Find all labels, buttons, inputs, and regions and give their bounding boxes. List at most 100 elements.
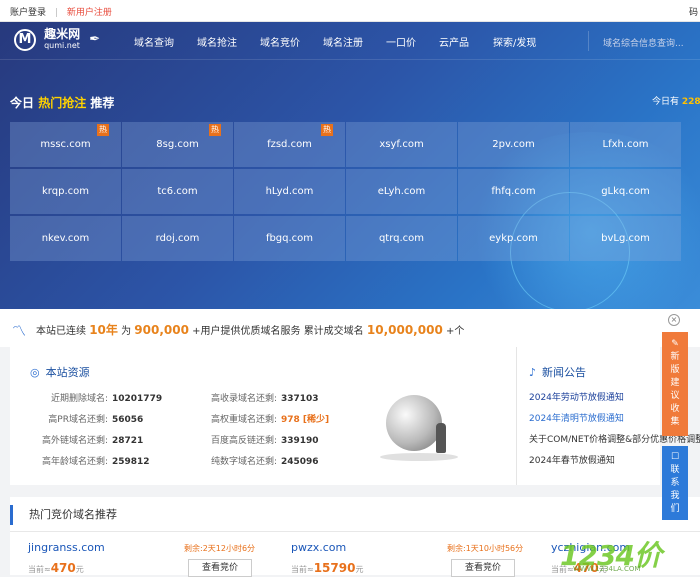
hot-domain-name: tc6.com — [157, 186, 198, 197]
hot-badge: 热 — [321, 124, 333, 136]
remaining-time: 剩余:1天10小时56分 — [447, 544, 524, 553]
stats-line: 本站已连续 10年 为 900,000 +用户提供优质域名服务 累计成交域名 1… — [36, 323, 465, 337]
hot-domain-name: Lfxh.com — [602, 139, 649, 150]
resource-label: 近期删除域名: — [50, 394, 108, 404]
hot-badge: 热 — [97, 124, 109, 136]
hot-domain-name: bvLg.com — [601, 233, 650, 244]
resource-label: 高外链域名还剩: — [41, 436, 108, 446]
hot-domain-cell[interactable]: nkev.com — [10, 216, 121, 261]
site-logo[interactable]: M 趣米网 qumi.net ✒ — [14, 28, 100, 51]
hot-domain-name: fzsd.com — [267, 139, 312, 150]
hot-domain-name: eykp.com — [489, 233, 538, 244]
login-link[interactable]: 账户登录 — [10, 8, 46, 18]
hot-domain-cell[interactable]: rdoj.com — [122, 216, 233, 261]
watermark-url: WWW.1234LA.COM — [573, 565, 641, 573]
hero-banner: M 趣米网 qumi.net ✒ 域名查询 域名抢注 域名竞价 域名注册 一口价… — [0, 22, 700, 309]
resource-value: 259812 — [112, 457, 150, 467]
hot-domain-cell[interactable]: fbgq.com — [234, 216, 345, 261]
resource-label: 高权重域名还剩: — [210, 415, 277, 425]
resources-panel: ◎ 本站资源 近期删除域名: 10201779 高收录域名还剩: 337103 高PR域名… — [10, 347, 700, 485]
current-price: 当前≈470元 — [28, 561, 84, 575]
resource-label: 高收录域名还剩: — [210, 394, 277, 404]
hot-domain-name: eLyh.com — [377, 186, 426, 197]
resource-stat: 高权重域名还剩: 978 [稀少] — [205, 412, 329, 425]
auction-title: 热门竞价域名推荐 — [10, 505, 117, 525]
contact-tab-char: 我 — [670, 491, 680, 501]
globe-icon: ◎ — [30, 366, 40, 379]
trend-icon: 〽 — [12, 324, 26, 340]
feedback-tab[interactable]: ✎ 新版建议收集 — [662, 332, 688, 436]
resource-value: 245096 — [281, 457, 319, 467]
nav-item-domain-snap[interactable]: 域名抢注 — [197, 34, 237, 49]
hot-domain-cell[interactable]: Lfxh.com — [570, 122, 681, 167]
resource-value: 337103 — [281, 394, 319, 404]
hot-domain-name: fbgq.com — [265, 233, 314, 244]
close-icon[interactable]: × — [668, 314, 680, 326]
view-auction-button[interactable]: 查看竞价 — [451, 559, 515, 577]
feedback-tab-char: 新 — [670, 352, 680, 362]
news-item[interactable]: 2024年春节放假通知 — [529, 453, 615, 466]
hot-domain-cell[interactable]: 8sg.com 热 — [122, 122, 233, 167]
hot-domain-cell[interactable]: eykp.com — [458, 216, 569, 261]
auction-domain-link[interactable]: pwzx.com — [291, 541, 346, 554]
auction-card: jingranss.com 剩余:2天12小时6分 当前≈470元 查看竞价 — [28, 539, 268, 577]
resource-label: 纯数字域名还剩: — [210, 457, 277, 467]
hot-domain-cell[interactable]: eLyh.com — [346, 169, 457, 214]
news-item[interactable]: 2024年清明节放假通知 — [529, 411, 624, 424]
domain-sphere-illustration — [370, 389, 465, 469]
main-nav: M 趣米网 qumi.net ✒ 域名查询 域名抢注 域名竞价 域名注册 一口价… — [0, 22, 700, 60]
logo-domain: qumi.net — [44, 41, 80, 50]
resource-value: 28721 — [112, 436, 144, 446]
resource-value: 339190 — [281, 436, 319, 446]
hot-domain-cell[interactable]: mssc.com 热 — [10, 122, 121, 167]
hot-domain-cell[interactable]: fzsd.com 热 — [234, 122, 345, 167]
edit-icon: ✎ — [671, 339, 679, 349]
auction-domain-link[interactable]: jingranss.com — [28, 541, 105, 554]
hot-domain-cell[interactable]: 2pv.com — [458, 122, 569, 167]
news-item[interactable]: 2024年劳动节放假通知 — [529, 390, 624, 403]
news-panel: ♪ 新闻公告 2024年劳动节放假通知 2024年清明节放假通知 关于COM/NET价… — [516, 347, 700, 485]
view-auction-button[interactable]: 查看竞价 — [188, 559, 252, 577]
hot-domain-cell[interactable]: xsyf.com — [346, 122, 457, 167]
nav-item-domain-auction[interactable]: 域名竞价 — [260, 34, 300, 49]
register-link[interactable]: 新用户注册 — [67, 8, 112, 18]
feedback-tab-char: 集 — [670, 417, 680, 427]
resource-stat: 百度高反链还剩: 339190 — [205, 433, 319, 446]
resource-stat: 高外链域名还剩: 28721 — [30, 433, 143, 446]
nav-item-fixed-price[interactable]: 一口价 — [386, 34, 416, 49]
auction-card: pwzx.com 剩余:1天10小时56分当前≈15790元 查看竞价 — [291, 539, 531, 577]
hot-badge: 热 — [209, 124, 221, 136]
contact-tab-char: 们 — [670, 504, 680, 514]
resource-label: 高PR域名还剩: — [48, 415, 108, 425]
contact-tab-char: 联 — [670, 465, 680, 475]
contact-tab-char: 系 — [670, 478, 680, 488]
hot-domain-cell[interactable]: fhfq.com — [458, 169, 569, 214]
speaker-icon: ♪ — [529, 366, 537, 379]
search-input[interactable]: 域名综合信息查询... — [588, 31, 700, 51]
resource-value: 56056 — [112, 415, 144, 425]
hot-domain-cell[interactable]: krqp.com — [10, 169, 121, 214]
hot-domain-name: nkev.com — [41, 233, 90, 244]
nav-item-discover[interactable]: 探索/发现 — [493, 34, 536, 49]
nav-item-cloud[interactable]: 云产品 — [439, 34, 469, 49]
hot-domain-cell[interactable]: gLkq.com — [570, 169, 681, 214]
logo-mark-icon: M — [14, 28, 36, 51]
hot-domain-cell[interactable]: hLyd.com — [234, 169, 345, 214]
news-title: ♪ 新闻公告 — [529, 366, 587, 379]
resource-value: 10201779 — [112, 394, 163, 404]
hot-domain-name: 2pv.com — [492, 139, 535, 150]
hot-domain-name: rdoj.com — [155, 233, 200, 244]
stats-strip: 〽 本站已连续 10年 为 900,000 +用户提供优质域名服务 累计成交域名… — [0, 309, 700, 347]
top-bar: 账户登录 | 新用户注册 码 — [0, 0, 700, 22]
resources-title: ◎ 本站资源 — [30, 366, 90, 379]
nav-item-domain-register[interactable]: 域名注册 — [323, 34, 363, 49]
nav-item-domain-search[interactable]: 域名查询 — [134, 34, 174, 49]
current-price: 当前≈15790元 — [291, 561, 364, 575]
hot-domain-cell[interactable]: tc6.com — [122, 169, 233, 214]
contact-us-tab[interactable]: ☐ 联系我们 — [662, 446, 688, 520]
hot-domain-cell[interactable]: bvLg.com — [570, 216, 681, 261]
hot-domain-cell[interactable]: qtrq.com — [346, 216, 457, 261]
resource-stat: 高收录域名还剩: 337103 — [205, 391, 319, 404]
resource-stat: 近期删除域名: 10201779 — [30, 391, 162, 404]
resource-stat: 高PR域名还剩: 56056 — [30, 412, 143, 425]
